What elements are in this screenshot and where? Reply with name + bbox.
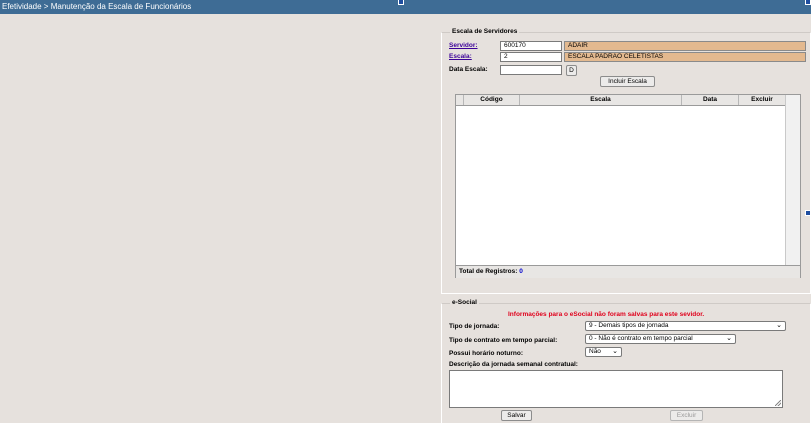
- escala-label-link[interactable]: Escala:: [449, 53, 472, 60]
- tipo-contrato-label: Tipo de contrato em tempo parcial:: [449, 337, 558, 344]
- servidor-name-field: ADAIR: [564, 41, 806, 51]
- tipo-jornada-value: 9 - Demais tipos de jornada: [589, 322, 669, 329]
- horario-noturno-value: Não: [589, 348, 601, 355]
- page-title-bar: Efetividade > Manutenção da Escala de Fu…: [0, 0, 811, 14]
- escala-code-input[interactable]: 2: [500, 52, 562, 62]
- total-registros-label: Total de Registros:: [459, 268, 518, 275]
- chevron-down-icon: ⌄: [726, 335, 732, 342]
- resize-grip-icon[interactable]: [775, 400, 781, 406]
- resize-handle-top-right[interactable]: [805, 0, 811, 5]
- escala-name-field: ESCALA PADRAO CELETISTAS: [564, 52, 806, 62]
- table-footer: Total de Registros: 0: [456, 265, 800, 278]
- servidor-code-input[interactable]: 600170: [500, 41, 562, 51]
- chevron-down-icon: ⌄: [776, 322, 782, 329]
- descricao-jornada-textarea[interactable]: [449, 370, 783, 408]
- tipo-jornada-select[interactable]: 9 - Demais tipos de jornada ⌄: [585, 321, 786, 331]
- page-title: Efetividade > Manutenção da Escala de Fu…: [2, 2, 192, 11]
- column-header-data[interactable]: Data: [682, 95, 739, 105]
- column-header-excluir[interactable]: Excluir: [739, 95, 786, 105]
- esocial-warning-message: Informações para o eSocial não foram sal…: [508, 311, 705, 318]
- table-header: Código Escala Data Excluir: [456, 95, 786, 106]
- column-header-escala[interactable]: Escala: [520, 95, 682, 105]
- servidor-label-link[interactable]: Servidor:: [449, 42, 478, 49]
- descricao-jornada-label: Descrição da jornada semanal contratual:: [449, 361, 578, 368]
- excluir-button[interactable]: Excluir: [670, 410, 703, 421]
- table-header-spacer: [456, 95, 464, 105]
- horario-noturno-label: Possui horário noturno:: [449, 350, 524, 357]
- total-registros-count: 0: [519, 268, 523, 275]
- tipo-contrato-select[interactable]: 0 - Não é contrato em tempo parcial ⌄: [585, 334, 736, 344]
- tipo-contrato-value: 0 - Não é contrato em tempo parcial: [589, 335, 693, 342]
- date-picker-button[interactable]: D: [566, 65, 577, 76]
- column-header-codigo[interactable]: Código: [464, 95, 520, 105]
- escala-legend: Escala de Servidores: [450, 28, 520, 35]
- horario-noturno-select[interactable]: Não ⌄: [585, 347, 622, 357]
- escala-table: Código Escala Data Excluir Total de Regi…: [455, 94, 801, 278]
- resize-handle-top[interactable]: [398, 0, 404, 5]
- data-escala-input[interactable]: [500, 65, 562, 75]
- esocial-legend: e-Social: [450, 299, 479, 306]
- incluir-escala-button[interactable]: Incluir Escala: [600, 76, 655, 87]
- salvar-button[interactable]: Salvar: [501, 410, 532, 421]
- chevron-down-icon: ⌄: [612, 348, 618, 355]
- table-vertical-scrollbar[interactable]: [785, 95, 800, 265]
- data-escala-label: Data Escala:: [449, 66, 488, 73]
- tipo-jornada-label: Tipo de jornada:: [449, 323, 500, 330]
